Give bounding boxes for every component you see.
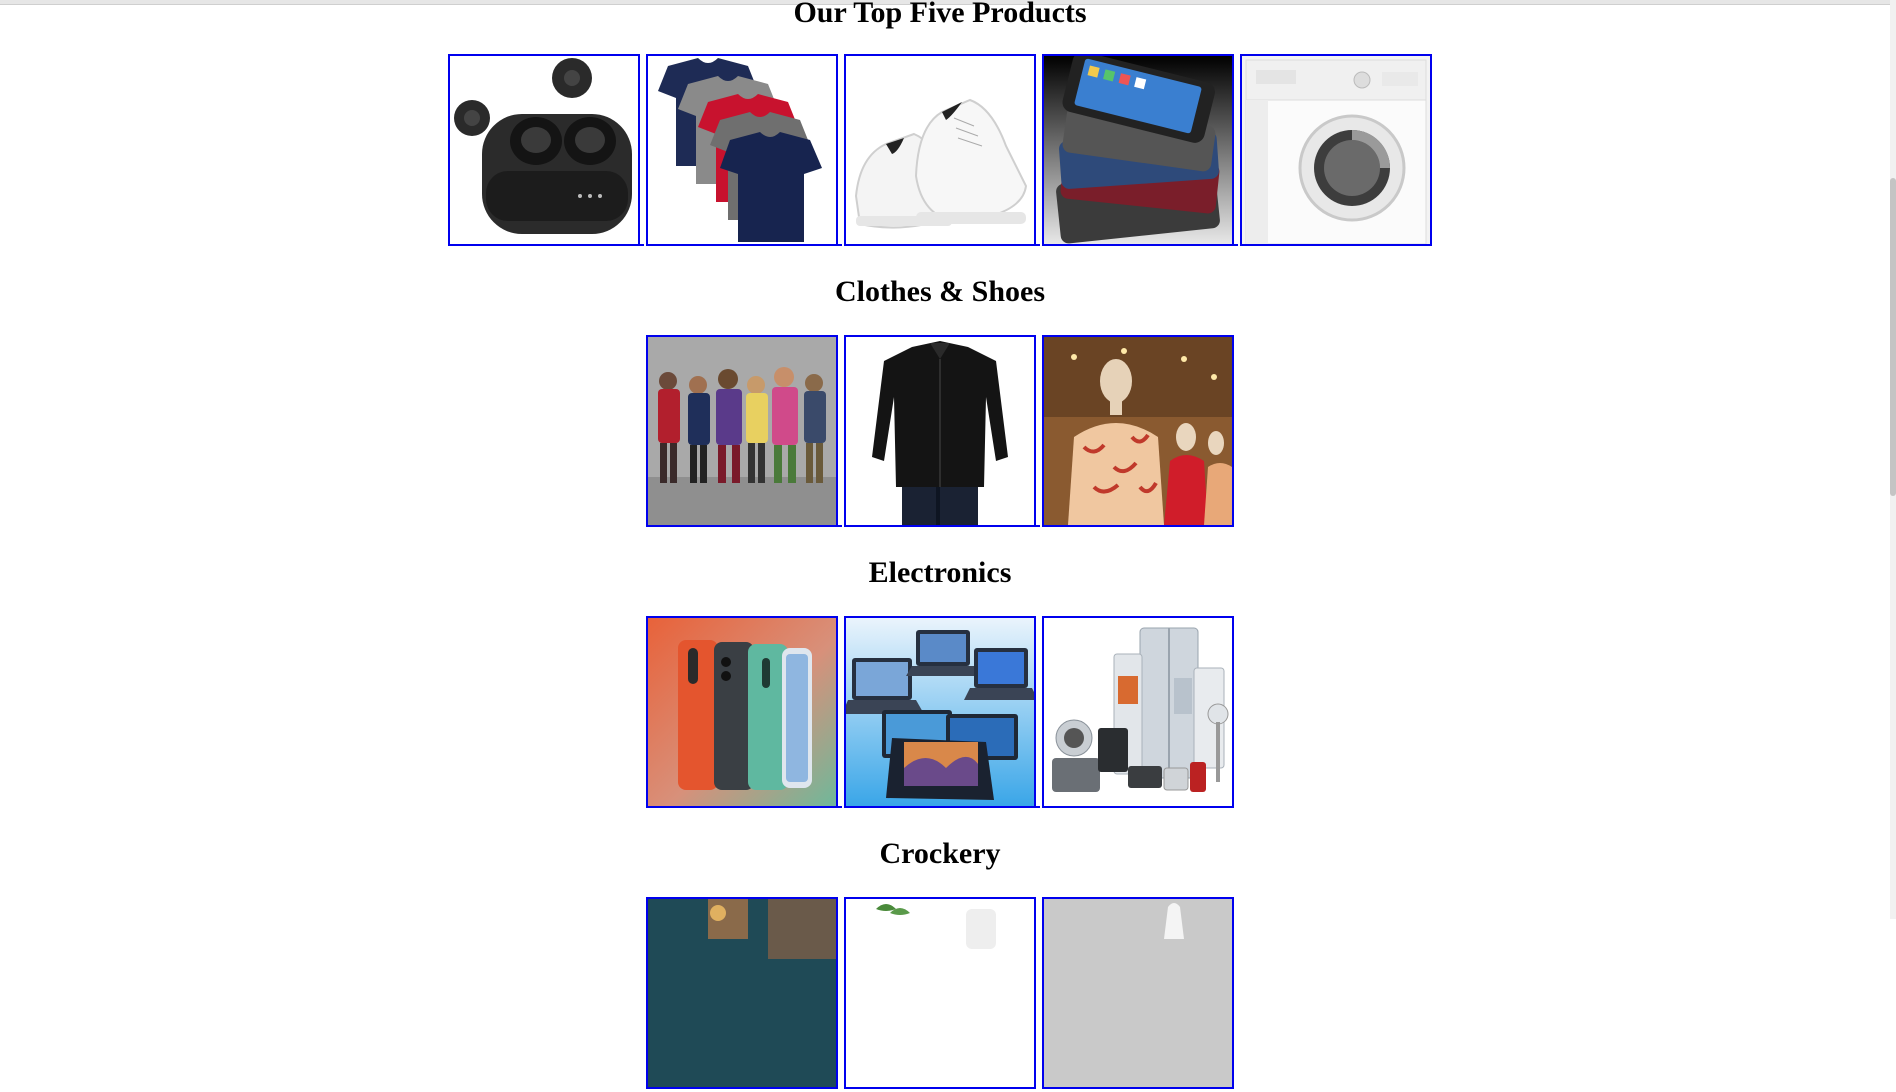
category-link-appliances[interactable] (1042, 616, 1234, 808)
crockery-image-2 (846, 899, 1034, 1087)
product-link-sneakers[interactable] (844, 54, 1036, 246)
crockery-image-1 (648, 899, 836, 1087)
tshirt-stack-image (648, 56, 836, 244)
product-link-tshirts[interactable] (646, 54, 838, 246)
scrollbar-thumb[interactable] (1890, 178, 1896, 496)
mannequins-image (1044, 337, 1232, 525)
smartphones-image (648, 618, 836, 806)
home-appliances-image (1044, 618, 1232, 806)
category-link-crockery-2[interactable] (844, 897, 1036, 1089)
link-underline (838, 244, 842, 246)
scrollbar-track[interactable] (1890, 0, 1896, 919)
category-link-womens-clothing[interactable] (1042, 335, 1234, 527)
category-link-kids-clothing[interactable] (646, 335, 838, 527)
clothes-shoes-gallery (0, 335, 1880, 530)
top-products-gallery (0, 54, 1880, 249)
washing-machine-image (1242, 56, 1430, 244)
smartphone-stack-image (1044, 56, 1232, 244)
section-title-top-products: Our Top Five Products (793, 0, 1087, 29)
link-underline (1036, 244, 1040, 246)
category-link-laptops[interactable] (844, 616, 1036, 808)
link-underline (1234, 244, 1238, 246)
electronics-gallery (0, 616, 1880, 811)
category-link-mens-shirts[interactable] (844, 335, 1036, 527)
wireless-earbuds-image (450, 56, 638, 244)
link-underline (1036, 525, 1040, 527)
laptops-image (846, 618, 1034, 806)
product-link-washing-machine[interactable] (1240, 54, 1432, 246)
product-link-earbuds[interactable] (448, 54, 640, 246)
section-title-electronics: Electronics (868, 556, 1012, 589)
link-underline (838, 525, 842, 527)
black-shirt-image (846, 337, 1034, 525)
crockery-gallery (0, 897, 1880, 1092)
link-underline (640, 244, 644, 246)
white-sneakers-image (846, 56, 1034, 244)
section-title-crockery: Crockery (879, 837, 1001, 870)
category-link-crockery-1[interactable] (646, 897, 838, 1089)
link-underline (838, 806, 842, 808)
section-title-clothes-shoes: Clothes & Shoes (834, 275, 1045, 308)
kids-winter-clothing-image (648, 337, 836, 525)
crockery-image-3 (1044, 899, 1232, 1087)
link-underline (1036, 806, 1040, 808)
product-link-smartphones[interactable] (1042, 54, 1234, 246)
category-link-mobiles[interactable] (646, 616, 838, 808)
category-link-crockery-3[interactable] (1042, 897, 1234, 1089)
